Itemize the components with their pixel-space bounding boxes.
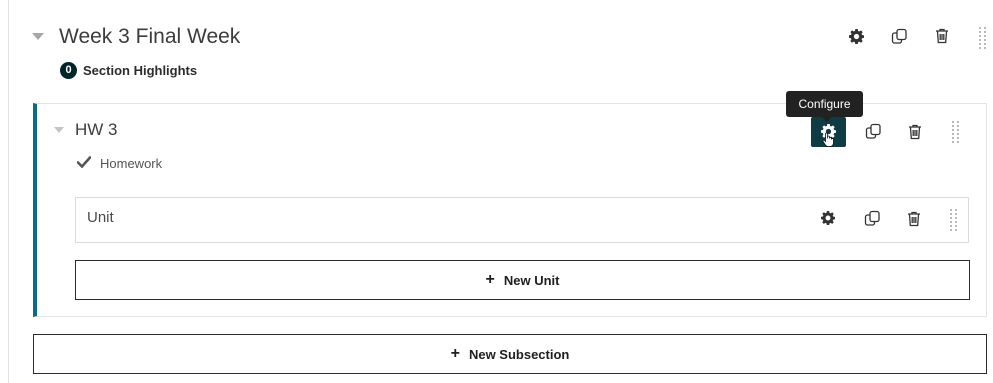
section-highlights-link[interactable]: Section Highlights xyxy=(83,63,197,78)
plus-icon: + xyxy=(450,345,460,362)
section-gear-icon[interactable] xyxy=(847,28,865,44)
new-subsection-label: New Subsection xyxy=(468,346,570,362)
section-collapse-icon[interactable] xyxy=(32,33,44,40)
section-title: Week 3 Final Week xyxy=(59,25,241,48)
section-drag-handle-icon[interactable] xyxy=(979,27,987,51)
subsection-trash-icon[interactable] xyxy=(907,123,923,141)
subsection-drag-handle-icon[interactable] xyxy=(952,121,960,145)
tooltip-arrow xyxy=(822,117,832,122)
plus-icon: + xyxy=(485,271,495,288)
configure-tooltip: Configure xyxy=(786,91,863,117)
new-unit-label: New Unit xyxy=(503,272,560,288)
unit-copy-icon[interactable] xyxy=(863,209,881,227)
new-unit-button[interactable]: + New Unit xyxy=(75,260,970,300)
section-copy-icon[interactable] xyxy=(890,27,908,45)
section-trash-icon[interactable] xyxy=(934,27,950,45)
unit-gear-icon[interactable] xyxy=(820,210,836,226)
unit-trash-icon[interactable] xyxy=(906,210,922,228)
unit-title: Unit xyxy=(87,209,114,226)
subsection-copy-icon[interactable] xyxy=(864,122,882,140)
highlights-count-badge: 0 xyxy=(60,62,77,79)
check-icon xyxy=(76,155,91,169)
subsection-collapse-icon[interactable] xyxy=(54,127,64,133)
hand-cursor-icon xyxy=(822,132,834,147)
new-subsection-button[interactable]: + New Subsection xyxy=(33,334,987,374)
subsection-title: HW 3 xyxy=(75,120,118,139)
subsection-status-label: Homework xyxy=(100,156,163,171)
unit-drag-handle-icon[interactable] xyxy=(950,209,958,233)
